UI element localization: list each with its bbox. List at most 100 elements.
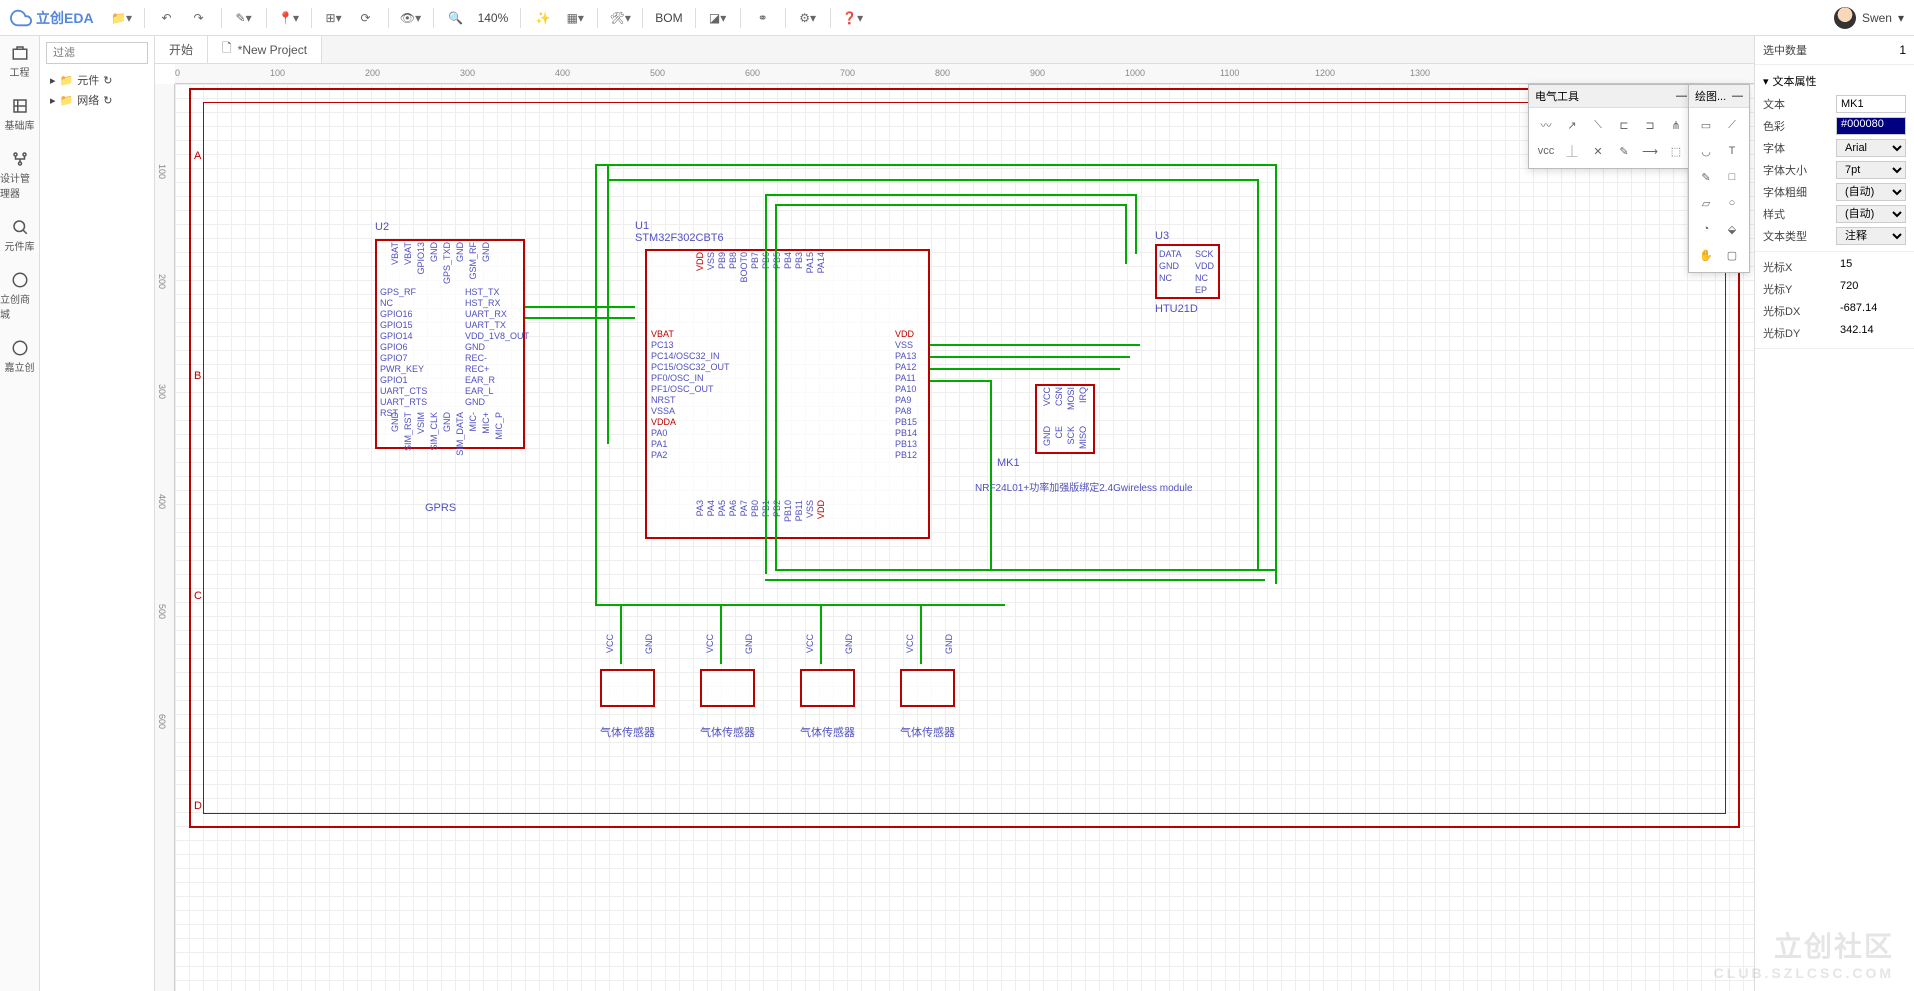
netflag-tool[interactable]: ⊏ — [1613, 114, 1635, 136]
filter-input[interactable] — [46, 42, 148, 64]
minimize-icon[interactable]: — — [1676, 90, 1687, 102]
component-sensor[interactable] — [600, 669, 655, 707]
netlabel-tool[interactable]: ⟍ — [1587, 114, 1609, 136]
zoom-menu[interactable]: 🔍 — [442, 4, 470, 32]
bus-tool[interactable]: ↗ — [1561, 114, 1583, 136]
wire[interactable] — [930, 356, 1130, 358]
palette-drawing[interactable]: 绘图...— ▭ ⟋ ◡ T ✎ □ ▱ ○ ◔ ⬙ ✋ ▢ — [1688, 84, 1750, 273]
layers-button[interactable]: ◪▾ — [704, 4, 732, 32]
wire[interactable] — [775, 569, 1275, 571]
file-menu[interactable]: 📁▾ — [108, 4, 136, 32]
sel-tool[interactable]: ⬚ — [1665, 140, 1687, 162]
rail-design-manager[interactable]: 设计管理器 — [0, 150, 39, 200]
rail-jlc[interactable]: 嘉立创 — [5, 339, 35, 374]
pie-tool[interactable]: ⬙ — [1721, 218, 1743, 240]
port-tool[interactable]: ⊐ — [1639, 114, 1661, 136]
gnd-tool[interactable]: ⏊ — [1561, 140, 1583, 162]
tab-new-project[interactable]: 🗋 *New Project — [208, 36, 322, 63]
wire[interactable] — [525, 317, 635, 319]
wire[interactable] — [595, 164, 597, 604]
wire[interactable] — [930, 344, 1140, 346]
component-u1[interactable] — [645, 249, 930, 539]
prop-style-select[interactable]: (自动) — [1836, 205, 1906, 223]
wire[interactable] — [595, 604, 1005, 606]
prop-font-select[interactable]: Arial — [1836, 139, 1906, 157]
x-tool[interactable]: ✕ — [1587, 140, 1609, 162]
wire[interactable] — [775, 204, 777, 569]
wire[interactable] — [595, 164, 1275, 166]
grid-button[interactable]: ▦▾ — [561, 4, 589, 32]
circle-tool[interactable]: ○ — [1721, 192, 1743, 214]
vcc-tool[interactable]: vcc — [1535, 140, 1557, 162]
wire[interactable] — [765, 579, 1265, 581]
image-tool[interactable]: ◔ — [1695, 218, 1717, 240]
wire[interactable] — [930, 368, 1120, 370]
tools-menu[interactable]: 🛠▾ — [606, 4, 634, 32]
share-button[interactable]: ⚭ — [749, 4, 777, 32]
wire[interactable] — [620, 604, 622, 664]
wire[interactable] — [1125, 204, 1127, 264]
prop-type-select[interactable]: 注释 — [1836, 227, 1906, 245]
prop-weight-select[interactable]: (自动) — [1836, 183, 1906, 201]
wire[interactable] — [607, 164, 609, 444]
wire[interactable] — [820, 604, 822, 664]
component-sensor[interactable] — [800, 669, 855, 707]
bom-button[interactable]: BOM — [651, 11, 686, 25]
wire[interactable] — [525, 306, 635, 308]
rail-library[interactable]: 基础库 — [5, 97, 35, 132]
wire[interactable] — [990, 380, 992, 570]
frame-tool[interactable]: ▢ — [1721, 244, 1743, 266]
help-button[interactable]: ❓▾ — [839, 4, 867, 32]
rail-components[interactable]: 元件库 — [5, 218, 35, 253]
dim-tool[interactable]: ⟶ — [1639, 140, 1661, 162]
wire[interactable] — [920, 604, 922, 664]
canvas-area[interactable]: 0100200300400500600700800900100011001200… — [155, 64, 1754, 991]
prop-color-input[interactable]: #000080 — [1836, 117, 1906, 135]
line-tool[interactable]: ▭ — [1695, 114, 1717, 136]
wire[interactable] — [1135, 194, 1137, 254]
wire[interactable] — [1275, 164, 1277, 584]
palette-electrical[interactable]: 电气工具— 〰 ↗ ⟍ ⊏ ⊐ ⋔ vcc ⏊ ✕ ✎ ⟶ ⬚ — [1528, 84, 1694, 169]
rail-project[interactable]: 工程 — [10, 44, 30, 79]
component-sensor[interactable] — [700, 669, 755, 707]
edit-menu[interactable]: ✎▾ — [230, 4, 258, 32]
rect-tool[interactable]: □ — [1721, 166, 1743, 188]
tab-start[interactable]: 开始 — [155, 36, 208, 63]
tree-nets[interactable]: ▸ 📁网络 ↻ — [46, 90, 148, 110]
polygon-tool[interactable]: ▱ — [1695, 192, 1717, 214]
component-sensor[interactable] — [900, 669, 955, 707]
text-tool[interactable]: T — [1721, 140, 1743, 162]
wire[interactable] — [930, 380, 990, 382]
freehand-tool[interactable]: ✎ — [1695, 166, 1717, 188]
minimize-icon[interactable]: — — [1732, 90, 1743, 102]
undo-button[interactable]: ↶ — [153, 4, 181, 32]
view-menu[interactable]: 👁▾ — [397, 4, 425, 32]
redo-button[interactable]: ↷ — [185, 4, 213, 32]
polyline-tool[interactable]: ⟋ — [1721, 114, 1743, 136]
wire-tool[interactable]: 〰 — [1535, 114, 1557, 136]
schematic-sheet[interactable]: A B C D U2 GPRS GPS_RFNCGPIO16GPIO15GPIO… — [175, 84, 1754, 991]
wire[interactable] — [765, 194, 1135, 196]
align-menu[interactable]: ⊞▾ — [320, 4, 348, 32]
place-menu[interactable]: 📍▾ — [275, 4, 303, 32]
arc-tool[interactable]: ◡ — [1695, 140, 1717, 162]
noconnect-tool[interactable]: ⋔ — [1665, 114, 1687, 136]
magic-button[interactable]: ✨ — [529, 4, 557, 32]
wire[interactable] — [720, 604, 722, 664]
mk1-name: NRF24L01+功率加强版绑定2.4Gwireless module — [975, 479, 1193, 494]
rotate-button[interactable]: ⟳ — [352, 4, 380, 32]
user-menu[interactable]: Swen▾ — [1834, 7, 1904, 29]
zoom-level[interactable]: 140% — [474, 11, 513, 25]
wire[interactable] — [775, 204, 1125, 206]
wire[interactable] — [1257, 179, 1259, 569]
settings-button[interactable]: ⚙▾ — [794, 4, 822, 32]
wire[interactable] — [607, 179, 1257, 181]
text-props-header[interactable]: ▾ 文本属性 — [1763, 69, 1906, 93]
pan-tool[interactable]: ✋ — [1695, 244, 1717, 266]
prop-size-select[interactable]: 7pt — [1836, 161, 1906, 179]
probe-tool[interactable]: ✎ — [1613, 140, 1635, 162]
prop-text-input[interactable] — [1836, 95, 1906, 113]
tree-components[interactable]: ▸ 📁元件 ↻ — [46, 70, 148, 90]
wire[interactable] — [765, 194, 767, 574]
rail-lcsc[interactable]: 立创商城 — [0, 271, 39, 321]
